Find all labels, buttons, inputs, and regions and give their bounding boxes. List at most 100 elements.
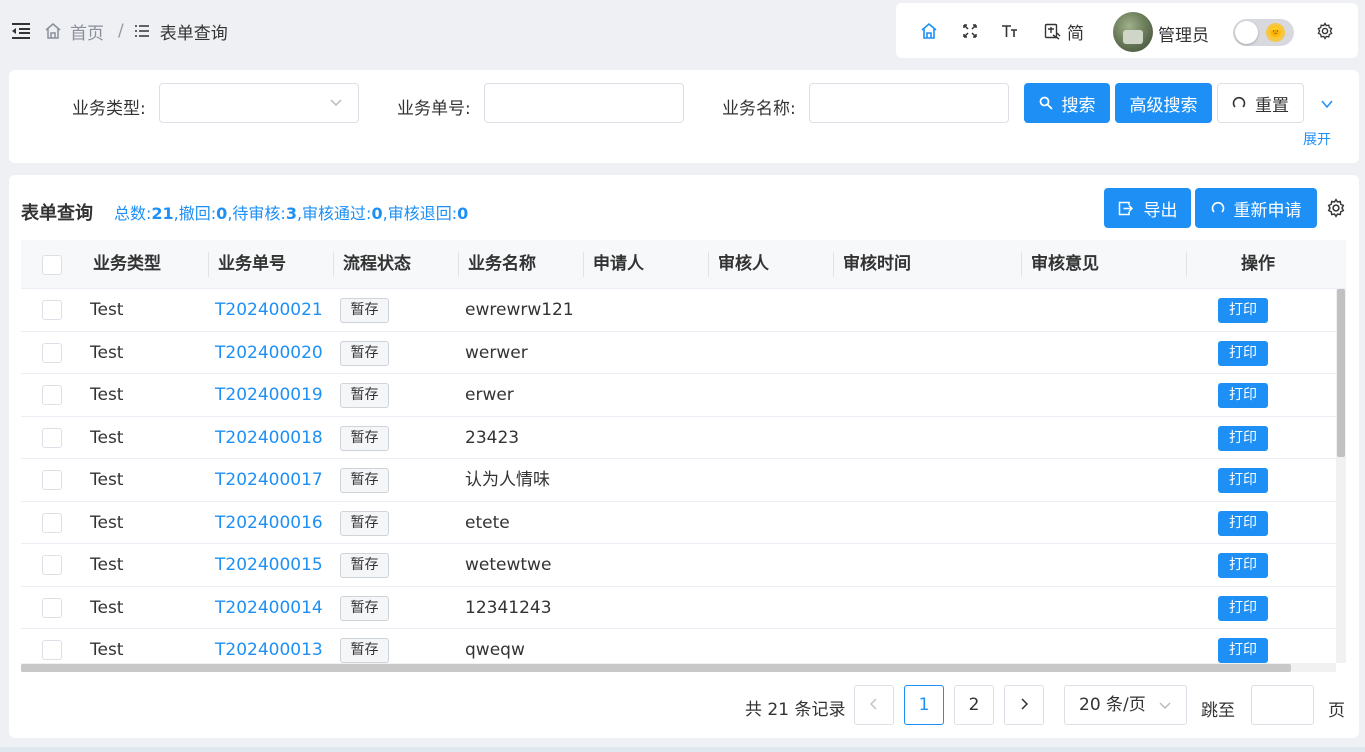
- chevron-down-icon: [330, 99, 342, 106]
- row-checkbox[interactable]: [42, 640, 62, 660]
- print-button[interactable]: 打印: [1218, 510, 1268, 536]
- column-divider: [708, 252, 709, 277]
- stat-approved-label: 审核通过:: [302, 204, 372, 223]
- row-checkbox[interactable]: [42, 427, 62, 448]
- cell-business-no-link[interactable]: T202400019: [215, 374, 323, 416]
- cell-business-no-link[interactable]: T202400021: [215, 289, 323, 331]
- column-divider: [333, 252, 334, 277]
- business-type-select[interactable]: [159, 83, 359, 123]
- stat-returned-value: 0: [457, 204, 469, 223]
- cell-business-no-link[interactable]: T202400016: [215, 502, 323, 544]
- theme-toggle[interactable]: 🌞: [1233, 19, 1294, 46]
- cell-business-type: Test: [90, 640, 124, 660]
- translate-icon: [1044, 23, 1061, 40]
- export-icon: [1118, 201, 1133, 215]
- row-checkbox[interactable]: [42, 470, 62, 490]
- table-row[interactable]: Test T202400021 暂存 ewrewrw121 打印: [21, 289, 1336, 332]
- settings-icon[interactable]: [1316, 20, 1334, 42]
- page-size-select[interactable]: 20 条/页: [1064, 685, 1187, 725]
- print-button[interactable]: 打印: [1218, 340, 1268, 366]
- column-header-business-no[interactable]: 业务单号: [218, 240, 286, 289]
- expand-toggle[interactable]: 展开: [1303, 129, 1331, 149]
- table-row[interactable]: Test T202400015 暂存 wetewtwe 打印: [21, 544, 1336, 587]
- export-button[interactable]: 导出: [1104, 188, 1191, 228]
- column-header-business-name[interactable]: 业务名称: [468, 240, 536, 289]
- row-checkbox[interactable]: [42, 597, 62, 618]
- jump-to-input[interactable]: [1251, 685, 1314, 725]
- column-header-review-time[interactable]: 审核时间: [843, 240, 911, 289]
- row-checkbox[interactable]: [42, 555, 62, 575]
- row-checkbox[interactable]: [42, 385, 62, 405]
- print-button[interactable]: 打印: [1218, 425, 1268, 451]
- row-checkbox[interactable]: [42, 342, 62, 363]
- page-button-2[interactable]: 2: [954, 685, 994, 725]
- fullscreen-icon[interactable]: [962, 20, 978, 42]
- table-row[interactable]: Test T202400013 暂存 qweqw 打印: [21, 629, 1336, 663]
- cell-business-type: Test: [90, 470, 124, 490]
- print-button[interactable]: 打印: [1218, 298, 1268, 323]
- cell-business-no-link[interactable]: T202400014: [215, 587, 323, 629]
- language-switch[interactable]: 简: [1044, 20, 1084, 44]
- stat-approved-value: 0: [371, 204, 383, 223]
- print-button[interactable]: 打印: [1218, 468, 1268, 493]
- stat-returned-label: 审核退回:: [387, 204, 458, 223]
- status-badge: 暂存: [340, 383, 389, 408]
- reapply-button-label: 重新申请: [1233, 200, 1302, 221]
- print-button[interactable]: 打印: [1218, 638, 1268, 663]
- sun-icon: 🌞: [1266, 23, 1285, 42]
- stat-withdrawn-value: 0: [216, 204, 228, 223]
- chevron-down-icon[interactable]: [1320, 97, 1334, 111]
- search-button[interactable]: 搜索: [1024, 83, 1110, 123]
- cell-business-no-link[interactable]: T202400013: [215, 629, 323, 663]
- status-badge: 暂存: [340, 425, 389, 451]
- cell-business-type: Test: [90, 597, 124, 618]
- table-row[interactable]: Test T202400019 暂存 erwer 打印: [21, 374, 1336, 417]
- print-button[interactable]: 打印: [1218, 553, 1268, 578]
- menu-fold-icon[interactable]: [10, 20, 32, 42]
- row-checkbox[interactable]: [42, 512, 62, 533]
- advanced-search-label: 高级搜索: [1129, 95, 1198, 116]
- print-button[interactable]: 打印: [1218, 383, 1268, 408]
- reapply-button[interactable]: 重新申请: [1195, 188, 1317, 228]
- column-header-review-opinion[interactable]: 审核意见: [1031, 240, 1099, 289]
- cell-business-no-link[interactable]: T202400015: [215, 544, 323, 586]
- table-row[interactable]: Test T202400014 暂存 12341243 打印: [21, 587, 1336, 629]
- advanced-search-button[interactable]: 高级搜索: [1115, 83, 1212, 123]
- cell-business-no-link[interactable]: T202400020: [215, 332, 323, 374]
- column-header-reviewer[interactable]: 审核人: [718, 240, 769, 289]
- username[interactable]: 管理员: [1158, 21, 1209, 46]
- table-row[interactable]: Test T202400020 暂存 werwer 打印: [21, 332, 1336, 374]
- column-divider: [208, 252, 209, 277]
- column-settings-icon[interactable]: [1326, 198, 1346, 218]
- cell-business-no-link[interactable]: T202400017: [215, 459, 323, 501]
- column-header-flow-status[interactable]: 流程状态: [343, 240, 411, 289]
- stat-total-value: 21: [151, 204, 174, 223]
- business-name-input[interactable]: [809, 83, 1009, 123]
- business-no-input[interactable]: [484, 83, 684, 123]
- list-icon: [134, 25, 149, 37]
- avatar[interactable]: [1113, 12, 1153, 52]
- stat-pending-value: 3: [285, 204, 297, 223]
- column-header-applicant[interactable]: 申请人: [593, 240, 644, 289]
- page-button-1[interactable]: 1: [904, 685, 944, 725]
- home-icon[interactable]: [920, 20, 938, 42]
- column-header-business-type[interactable]: 业务类型: [93, 240, 161, 289]
- table-row[interactable]: Test T202400018 暂存 23423 打印: [21, 417, 1336, 459]
- horizontal-scrollbar[interactable]: [21, 664, 1291, 672]
- cell-business-name: 12341243: [465, 597, 552, 618]
- next-page-button[interactable]: [1004, 685, 1044, 725]
- reset-button[interactable]: 重置: [1217, 83, 1304, 123]
- print-button[interactable]: 打印: [1218, 595, 1268, 621]
- cell-business-type: Test: [90, 427, 124, 448]
- prev-page-button[interactable]: [854, 685, 894, 725]
- column-divider: [1186, 252, 1187, 277]
- breadcrumb-home-link[interactable]: 首页: [70, 19, 104, 44]
- select-all-checkbox[interactable]: [42, 255, 62, 275]
- vertical-scrollbar[interactable]: [1337, 289, 1345, 457]
- font-size-icon[interactable]: [1001, 20, 1019, 42]
- row-checkbox[interactable]: [42, 300, 62, 320]
- table-row[interactable]: Test T202400016 暂存 etete 打印: [21, 502, 1336, 544]
- table-row[interactable]: Test T202400017 暂存 认为人情味 打印: [21, 459, 1336, 502]
- status-badge: 暂存: [340, 553, 389, 578]
- cell-business-no-link[interactable]: T202400018: [215, 417, 323, 459]
